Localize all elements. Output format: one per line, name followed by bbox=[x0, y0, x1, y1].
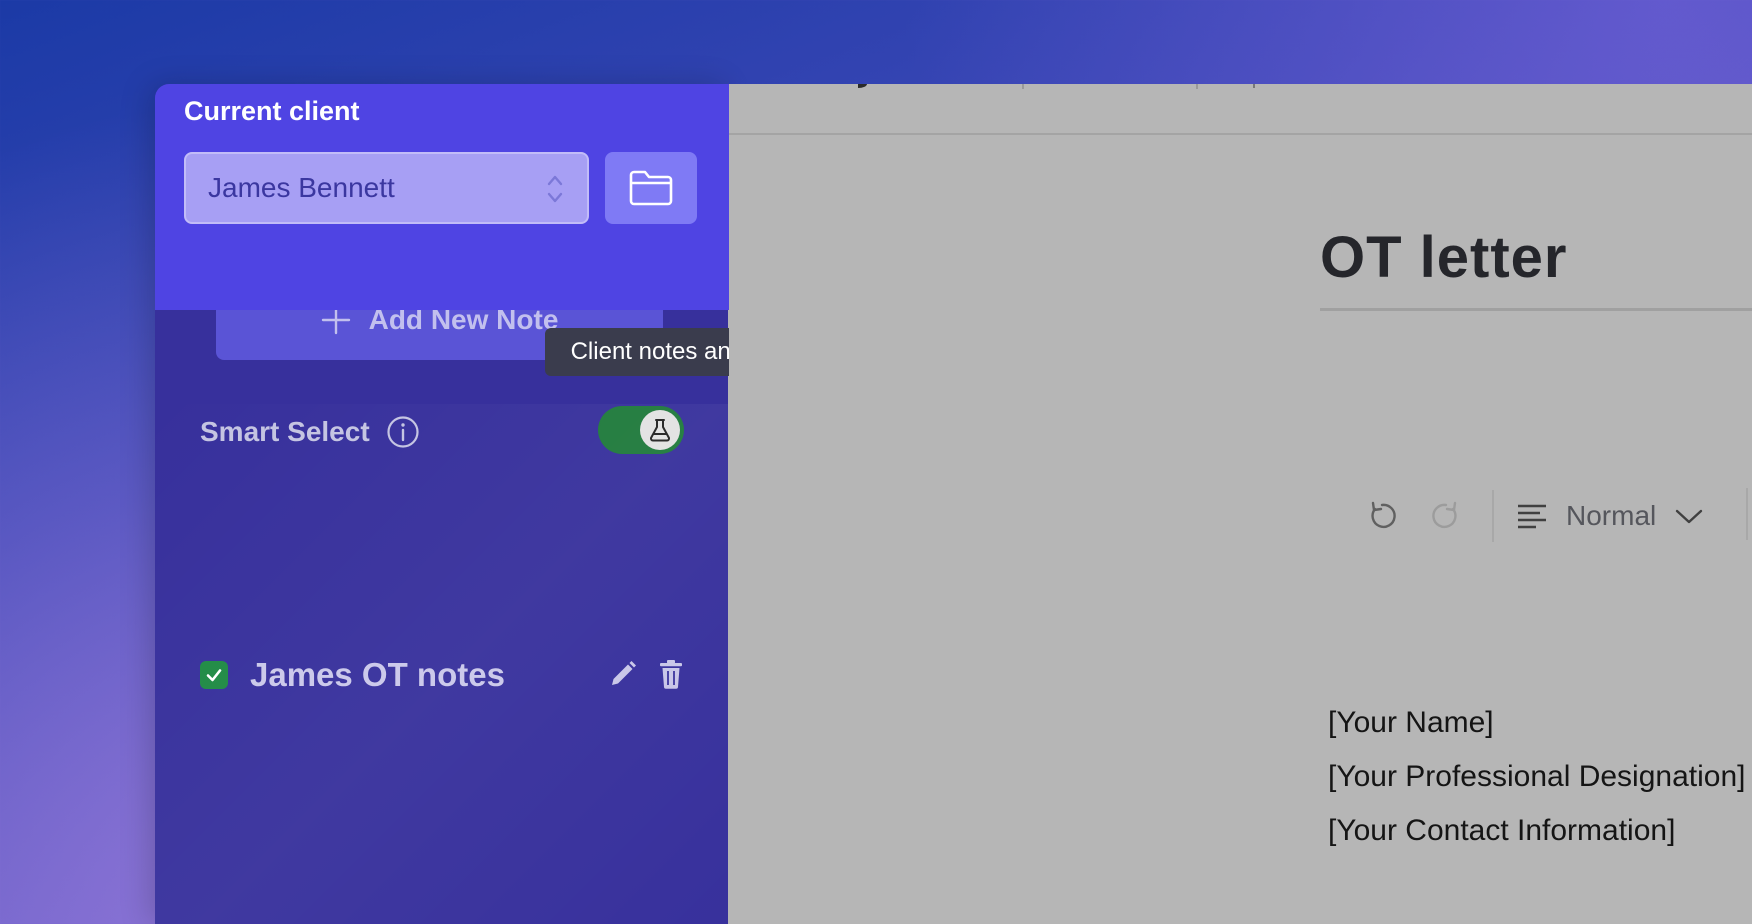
check-icon bbox=[206, 669, 222, 682]
text-align-icon bbox=[1518, 504, 1546, 529]
editor-top-bar bbox=[728, 84, 1752, 135]
trash-icon[interactable] bbox=[658, 659, 684, 689]
note-checkbox[interactable] bbox=[200, 661, 228, 689]
toggle-knob bbox=[640, 410, 680, 450]
folder-tooltip: Client notes and reports bbox=[545, 328, 729, 376]
current-client-label: Current client bbox=[184, 96, 360, 126]
pencil-icon[interactable] bbox=[608, 659, 638, 689]
document-title[interactable]: OT letter bbox=[1320, 224, 1568, 291]
body-line-designation: [Your Professional Designation] bbox=[1328, 760, 1746, 793]
redo-button[interactable] bbox=[1422, 492, 1470, 540]
notes-sidebar: Current client James Bennett Add New Not… bbox=[155, 84, 729, 924]
redo-icon bbox=[1432, 501, 1457, 529]
toolbar-divider bbox=[1492, 490, 1494, 542]
smart-select-label: Smart Select bbox=[200, 416, 370, 447]
undo-icon bbox=[1371, 501, 1396, 529]
note-actions bbox=[608, 659, 684, 689]
smart-select-row: Smart Select bbox=[200, 406, 684, 458]
smart-select-toggle[interactable] bbox=[598, 406, 684, 454]
paragraph-style-select[interactable]: Normal bbox=[1516, 500, 1704, 532]
current-client-panel: Current client James Bennett bbox=[155, 84, 729, 310]
document-body[interactable]: [Your Name] [Your Professional Designati… bbox=[1328, 696, 1752, 924]
client-select[interactable]: James Bennett bbox=[184, 152, 589, 224]
client-select-value: James Bennett bbox=[208, 172, 395, 203]
folder-icon bbox=[629, 170, 673, 206]
document-editor: OT letter Normal [Your Name] [Your Profe… bbox=[728, 84, 1752, 924]
body-line-date: [Date] bbox=[1328, 912, 1752, 924]
flask-icon bbox=[649, 419, 671, 442]
body-line-your-name: [Your Name] bbox=[1328, 706, 1494, 739]
undo-button[interactable] bbox=[1358, 492, 1406, 540]
paragraph-style-value: Normal bbox=[1566, 500, 1657, 531]
chevron-up-down-icon bbox=[547, 175, 563, 203]
toolbar-divider-right bbox=[1746, 488, 1748, 540]
note-list-item[interactable]: James OT notes bbox=[200, 649, 684, 701]
body-line-contact: [Your Contact Information] bbox=[1328, 814, 1676, 847]
title-underline bbox=[1320, 308, 1752, 311]
note-title: James OT notes bbox=[250, 656, 505, 693]
chevron-down-icon bbox=[1676, 509, 1703, 524]
info-icon[interactable] bbox=[386, 415, 420, 449]
client-notes-folder-button[interactable] bbox=[605, 152, 697, 224]
top-bar-remnants bbox=[858, 84, 1255, 89]
formatting-toolbar: Normal bbox=[1358, 486, 1752, 546]
